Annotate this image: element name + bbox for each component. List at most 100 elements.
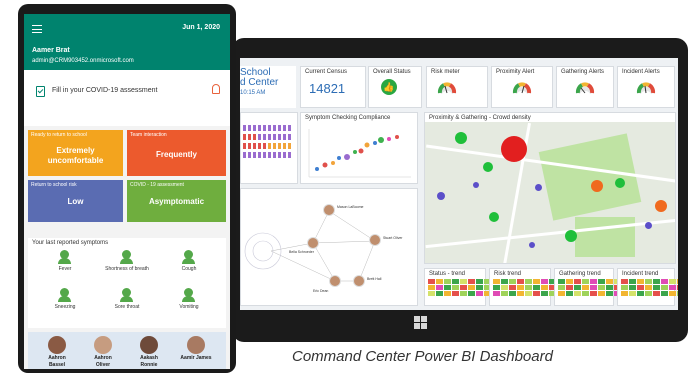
risk-trend-tile[interactable]: Risk trend (489, 268, 556, 306)
tile-value: Asymptomatic (148, 197, 205, 206)
crowd-hotspot[interactable] (655, 200, 667, 212)
incident-alerts-tile[interactable]: Incident Alerts (617, 66, 675, 108)
crowd-hotspot[interactable] (501, 136, 527, 162)
incident-trend-tile[interactable]: Incident trend (617, 268, 678, 306)
notification-bell-icon[interactable] (212, 84, 220, 94)
vomiting-icon (182, 288, 196, 302)
tile-label: Team interaction (130, 132, 167, 138)
network-avatar[interactable] (353, 275, 365, 287)
network-avatar[interactable] (323, 204, 335, 216)
contact-person[interactable]: Aakash Ronnie (132, 336, 166, 368)
crowd-hotspot[interactable] (615, 178, 625, 188)
heatmap-cell (476, 285, 483, 290)
heatmap-cell (476, 279, 483, 284)
hamburger-menu-icon[interactable] (32, 25, 42, 33)
school-title-line2: d Center (240, 77, 279, 88)
team-interaction-tile[interactable]: Team interaction Frequently (127, 130, 226, 176)
compliance-label: Symptom Checking Compliance (305, 115, 391, 121)
crowd-cluster[interactable] (473, 182, 479, 188)
network-avatar[interactable] (329, 275, 341, 287)
heatmap-cell (525, 285, 532, 290)
ready-to-return-tile[interactable]: Ready to return to school Extremely unco… (28, 130, 123, 176)
proximity-alert-tile[interactable]: Proximity Alert (491, 66, 553, 108)
census-tile[interactable]: Current Census 14821 (300, 66, 366, 108)
contact-person[interactable]: Aahron Bassel (40, 336, 74, 368)
symptom-fever: Fever (40, 250, 90, 272)
return-to-school-app: Jun 1, 2020 Aamer Brat admin@CRM903452.o… (24, 14, 230, 369)
park-area (575, 217, 635, 257)
heatmap-cell (677, 285, 678, 290)
crowd-density-map[interactable] (425, 122, 675, 263)
heatmap-cell (509, 291, 516, 296)
overall-status-tile[interactable]: Overall Status 👍 (368, 66, 422, 108)
covid-assessment-tile[interactable]: COVID - 19 assessment Asymptomatic (127, 180, 226, 222)
heatmap-cell (517, 285, 524, 290)
crowd-hotspot[interactable] (565, 230, 577, 242)
gathering-trend-tile[interactable]: Gathering trend (554, 268, 621, 306)
crowd-cluster[interactable] (645, 222, 652, 229)
census-value: 14821 (309, 81, 346, 96)
heatmap-cell (669, 279, 676, 284)
heatmap-cell (436, 279, 443, 284)
crowd-hotspot[interactable] (483, 162, 493, 172)
compliance-tile[interactable]: Symptom Checking Compliance (300, 112, 418, 184)
gauge-icon (636, 82, 656, 95)
status-trend-label: Status - trend (429, 271, 466, 277)
heatmap-cell (653, 285, 660, 290)
incident-trend-heatmap (621, 279, 678, 296)
crowd-cluster[interactable] (535, 184, 542, 191)
heatmap-cell (582, 291, 589, 296)
heatmap-cell (590, 279, 597, 284)
gauge-icon (512, 82, 532, 95)
heatmap-cell (444, 285, 451, 290)
heatmap-cell (436, 291, 443, 296)
symptom-sneezing: Sneezing (40, 288, 90, 310)
tile-value: Low (67, 197, 84, 206)
crowd-cluster[interactable] (529, 242, 535, 248)
compliance-scatter-chart (308, 129, 411, 178)
crowd-hotspot[interactable] (489, 212, 499, 222)
heatmap-cell (677, 291, 678, 296)
contact-first-name: Aamir James (180, 355, 212, 361)
people-grid-chart (243, 125, 291, 158)
status-trend-tile[interactable]: Status - trend (424, 268, 491, 306)
heatmap-cell (428, 285, 435, 290)
crowd-cluster[interactable] (437, 192, 445, 200)
user-email: admin@CRM903452.onmicrosoft.com (32, 58, 134, 64)
crowd-hotspot[interactable] (455, 132, 467, 144)
population-tile[interactable] (240, 112, 298, 184)
return-risk-tile[interactable]: Return to school risk Low (28, 180, 123, 222)
status-trend-heatmap (428, 279, 491, 296)
user-name: Aamer Brat (32, 47, 70, 54)
contact-network-tile[interactable]: Mason LaBoome Bella Schroeder Stuart Oli… (240, 188, 418, 306)
heatmap-cell (468, 279, 475, 284)
sneezing-icon (58, 288, 72, 302)
covid-assessment-prompt: Fill in your COVID-19 assessment (52, 87, 158, 94)
avatar (48, 336, 66, 354)
heatmap-cell (629, 285, 636, 290)
heatmap-cell (558, 291, 565, 296)
heatmap-cell (509, 285, 516, 290)
contact-person[interactable]: Aamir James (174, 336, 218, 361)
heatmap-cell (574, 279, 581, 284)
covid-assessment-card[interactable]: Fill in your COVID-19 assessment (24, 70, 230, 126)
heatmap-cell (493, 279, 500, 284)
heatmap-cell (452, 291, 459, 296)
cough-icon (182, 250, 196, 264)
network-avatar[interactable] (369, 234, 381, 246)
gathering-alerts-tile[interactable]: Gathering Alerts (556, 66, 614, 108)
heatmap-cell (645, 279, 652, 284)
network-avatar[interactable] (307, 237, 319, 249)
windows-logo-icon (414, 316, 428, 330)
risk-meter-tile[interactable]: Risk meter (426, 66, 488, 108)
heatmap-cell (629, 291, 636, 296)
heatmap-cell (598, 285, 605, 290)
crowd-density-map-tile[interactable]: Proximity & Gathering - Crowd density (424, 112, 676, 264)
crowd-hotspot[interactable] (591, 180, 603, 192)
symptoms-card: Your last reported symptoms Fever Shortn… (28, 238, 226, 328)
contact-person[interactable]: Aahron Oliver (86, 336, 120, 368)
census-label: Current Census (305, 69, 348, 75)
risk-meter-label: Risk meter (431, 69, 460, 75)
image-caption: Command Center Power BI Dashboard (292, 348, 553, 365)
heatmap-cell (444, 291, 451, 296)
